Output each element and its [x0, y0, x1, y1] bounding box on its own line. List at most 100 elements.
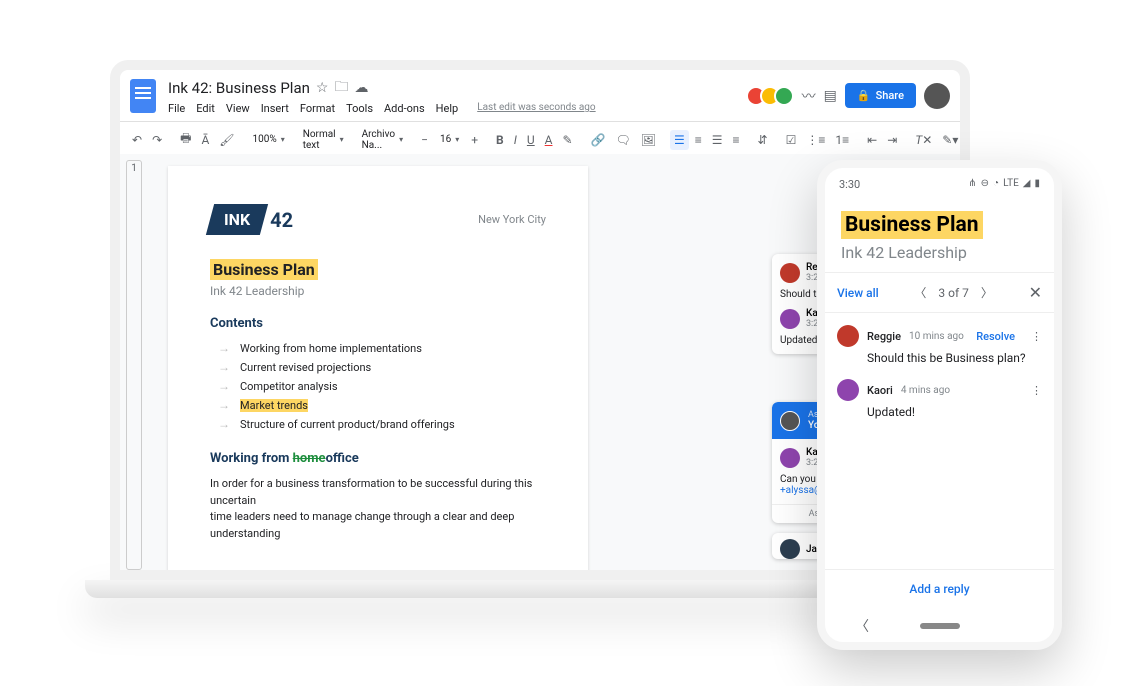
document-page[interactable]: INK 42 New York City Business Plan Ink 4… [168, 166, 588, 570]
commenter-avatar [837, 379, 859, 401]
battery-icon: ▮ [1034, 178, 1040, 191]
arrow-icon: → [218, 398, 230, 412]
line-spacing-button[interactable]: ⇵ [754, 130, 772, 150]
outline-toggle[interactable]: 1 [126, 160, 142, 570]
close-icon[interactable]: ✕ [1029, 283, 1042, 302]
numbered-list-button[interactable]: 1≡ [831, 130, 853, 150]
editing-mode-button[interactable]: ✎▾ [938, 130, 960, 150]
body-paragraph: In order for a business transformation t… [210, 476, 546, 542]
logo-text: INK [224, 210, 250, 229]
paint-format-button[interactable]: 🖌 [215, 130, 238, 150]
phone-statusbar: 3:30 ⋔ ⊖ ◔ LTE ◢ ▮ [825, 168, 1054, 195]
indent-increase-button[interactable]: ⇥ [883, 130, 901, 150]
font-size-decrease[interactable]: − [417, 130, 432, 150]
underline-button[interactable]: U [523, 130, 539, 150]
home-pill[interactable] [920, 623, 960, 629]
view-all-button[interactable]: View all [837, 286, 879, 300]
cloud-status-icon[interactable]: ☁ [354, 80, 368, 96]
undo-button[interactable]: ↶ [128, 130, 146, 150]
font-size-increase[interactable]: + [467, 130, 482, 150]
more-icon[interactable]: ⋮ [1031, 330, 1042, 343]
next-comment-button[interactable]: 〉 [981, 284, 993, 301]
link-button[interactable]: 🔗 [587, 130, 610, 150]
arrow-icon: → [218, 417, 230, 431]
checklist-button[interactable]: ☑ [782, 130, 801, 150]
menu-help[interactable]: Help [436, 102, 459, 115]
highlight-button[interactable]: ✎ [559, 130, 577, 150]
star-icon[interactable]: ☆ [316, 80, 329, 96]
avatar [774, 86, 794, 106]
edit-status[interactable]: Last edit was seconds ago [477, 102, 595, 115]
text-color-button[interactable]: A [541, 130, 557, 150]
commenter-name: Kaori [867, 384, 893, 397]
menu-addons[interactable]: Add-ons [384, 102, 425, 115]
doc-subtitle: Ink 42 Leadership [210, 284, 546, 298]
resolve-button[interactable]: Resolve [976, 330, 1015, 343]
document-title[interactable]: Ink 42: Business Plan [168, 79, 310, 97]
bold-button[interactable]: B [492, 130, 508, 150]
commenter-avatar [837, 325, 859, 347]
spellcheck-button[interactable]: Ā [197, 130, 213, 150]
phone-comment[interactable]: Kaori 4 mins ago ⋮ Updated! [837, 379, 1042, 419]
docs-logo-icon[interactable] [130, 79, 156, 113]
commenter-avatar [780, 448, 800, 468]
phone-comment-nav: View all 〈 3 of 7 〉 ✕ [825, 272, 1054, 313]
style-select[interactable]: Normal text [299, 127, 348, 153]
align-center-button[interactable]: ≡ [691, 130, 706, 150]
toc-item[interactable]: →Market trends [218, 398, 546, 412]
toc-item[interactable]: →Competitor analysis [218, 379, 546, 393]
network-label: LTE [1003, 178, 1019, 191]
contents-heading: Contents [210, 316, 546, 331]
ruler: 1 [120, 154, 148, 570]
dnd-icon: ⊖ [981, 178, 989, 191]
italic-button[interactable]: I [510, 130, 521, 150]
print-button[interactable]: 🖶 [176, 126, 195, 153]
toc-item[interactable]: →Working from home implementations [218, 341, 546, 355]
menu-edit[interactable]: Edit [196, 102, 215, 115]
share-button[interactable]: 🔒 Share [845, 83, 916, 108]
font-size[interactable]: 16 [434, 132, 465, 147]
bulleted-list-button[interactable]: ⋮≡ [802, 130, 829, 150]
commenter-avatar [780, 309, 800, 329]
status-time: 3:30 [839, 178, 860, 191]
phone-doc-title: Business Plan [841, 211, 983, 239]
activity-icon[interactable]: 〰 [802, 86, 816, 106]
menu-tools[interactable]: Tools [346, 102, 373, 115]
table-of-contents: →Working from home implementations →Curr… [218, 341, 546, 431]
align-justify-button[interactable]: ≡ [729, 130, 744, 150]
add-reply-button[interactable]: Add a reply [825, 569, 1054, 608]
image-button[interactable]: 🖼 [637, 130, 660, 150]
indent-decrease-button[interactable]: ⇤ [863, 130, 881, 150]
arrow-icon: → [218, 341, 230, 355]
phone-comment-list: Reggie 10 mins ago Resolve ⋮ Should this… [825, 313, 1054, 569]
align-left-button[interactable]: ☰ [670, 130, 689, 150]
menu-bar: File Edit View Insert Format Tools Add-o… [168, 102, 596, 115]
commenter-name: Reggie [867, 330, 901, 343]
menu-file[interactable]: File [168, 102, 185, 115]
comment-body: Should this be Business plan? [867, 351, 1042, 365]
back-button[interactable]: 〈 [855, 616, 869, 636]
align-right-button[interactable]: ☰ [708, 130, 727, 150]
font-select[interactable]: Archivo Na... [358, 127, 407, 153]
redo-button[interactable]: ↷ [148, 130, 166, 150]
comment-button[interactable]: 🗨 [612, 130, 635, 150]
prev-comment-button[interactable]: 〈 [914, 284, 926, 301]
zoom-select[interactable]: 100% [249, 132, 289, 147]
menu-format[interactable]: Format [300, 102, 335, 115]
location-text: New York City [478, 213, 546, 226]
phone-comment[interactable]: Reggie 10 mins ago Resolve ⋮ Should this… [837, 325, 1042, 365]
menu-insert[interactable]: Insert [261, 102, 289, 115]
logo-number: 42 [270, 208, 293, 232]
menu-view[interactable]: View [226, 102, 250, 115]
doc-title: Business Plan [210, 259, 318, 280]
comment-history-icon[interactable]: ▤ [824, 88, 837, 104]
phone-document[interactable]: Business Plan Ink 42 Leadership [825, 195, 1054, 272]
more-icon[interactable]: ⋮ [1031, 384, 1042, 397]
account-avatar[interactable] [924, 83, 950, 109]
toc-item[interactable]: →Structure of current product/brand offe… [218, 417, 546, 431]
clear-formatting-button[interactable]: T✕ [911, 130, 936, 150]
lock-icon: 🔒 [857, 89, 871, 102]
toc-item[interactable]: →Current revised projections [218, 360, 546, 374]
collaborator-avatars[interactable] [752, 86, 794, 106]
move-icon[interactable]: 🗀 [334, 76, 348, 100]
